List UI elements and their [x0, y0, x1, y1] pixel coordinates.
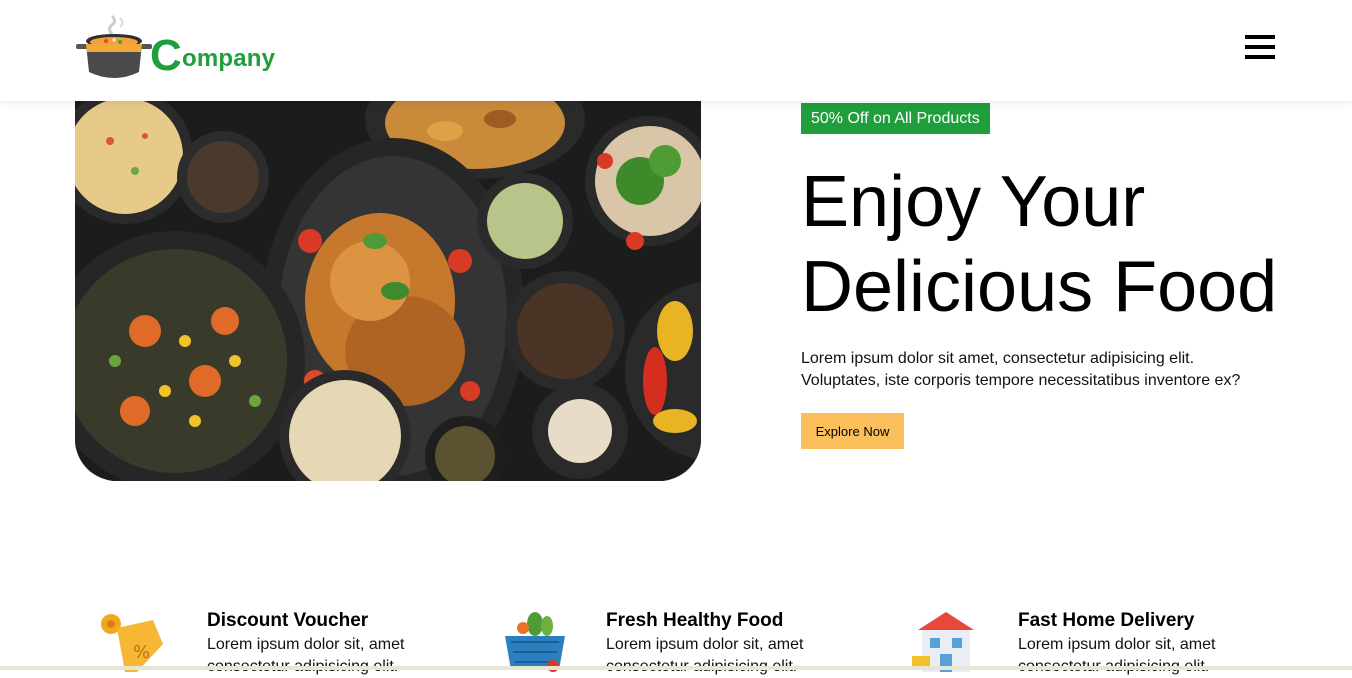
- hero-title-line-2: Delicious Food: [801, 247, 1278, 327]
- feature-title: Fresh Healthy Food: [606, 610, 784, 631]
- feature-fast-home-delivery: Fast Home Delivery Lorem ipsum dolor sit…: [910, 606, 1240, 675]
- svg-text:%: %: [133, 642, 150, 663]
- hero-description-line-1: Lorem ipsum dolor sit amet, consectetur …: [801, 350, 1195, 367]
- site-header: Company: [0, 0, 1352, 101]
- discount-badge: 50% Off on All Products: [801, 103, 990, 134]
- feature-title: Discount Voucher: [207, 610, 369, 631]
- hero-title: Enjoy Your Delicious Food: [801, 160, 1277, 330]
- feature-description: Lorem ipsum dolor sit, amet consectetur …: [606, 634, 816, 678]
- feature-description-line-1: Lorem ipsum dolor sit, amet: [207, 636, 405, 653]
- home-delivery-icon: [912, 612, 974, 672]
- page-bottom-edge: [0, 666, 1352, 670]
- vegetable-basket-icon: [505, 612, 565, 672]
- roast-chicken-and-dishes-photo: [75, 101, 701, 481]
- cooking-pot-icon: [76, 14, 152, 78]
- hero-title-line-1: Enjoy Your: [801, 162, 1146, 242]
- hero-food-image: [75, 101, 701, 481]
- logo-rest: ompany: [181, 45, 276, 72]
- hero-description: Lorem ipsum dolor sit amet, consectetur …: [801, 348, 1261, 392]
- feature-title: Fast Home Delivery: [1018, 610, 1195, 631]
- feature-fresh-healthy-food: Fresh Healthy Food Lorem ipsum dolor sit…: [501, 606, 831, 675]
- feature-description: Lorem ipsum dolor sit, amet consectetur …: [1018, 634, 1228, 678]
- hamburger-menu-icon[interactable]: [1245, 35, 1277, 63]
- company-logo[interactable]: Company: [76, 14, 296, 84]
- logo-wordmark: Company: [150, 34, 275, 78]
- feature-description-line-1: Lorem ipsum dolor sit, amet: [606, 636, 804, 653]
- logo-initial: C: [150, 31, 182, 80]
- discount-voucher-icon: %: [101, 614, 163, 672]
- feature-description-line-1: Lorem ipsum dolor sit, amet: [1018, 636, 1216, 653]
- feature-discount-voucher: % Discount Voucher Lorem ipsum dolor sit…: [97, 606, 427, 675]
- hero-description-line-2: Voluptates, iste corporis tempore necess…: [801, 372, 1241, 389]
- explore-now-button[interactable]: Explore Now: [801, 413, 904, 449]
- feature-description: Lorem ipsum dolor sit, amet consectetur …: [207, 634, 417, 678]
